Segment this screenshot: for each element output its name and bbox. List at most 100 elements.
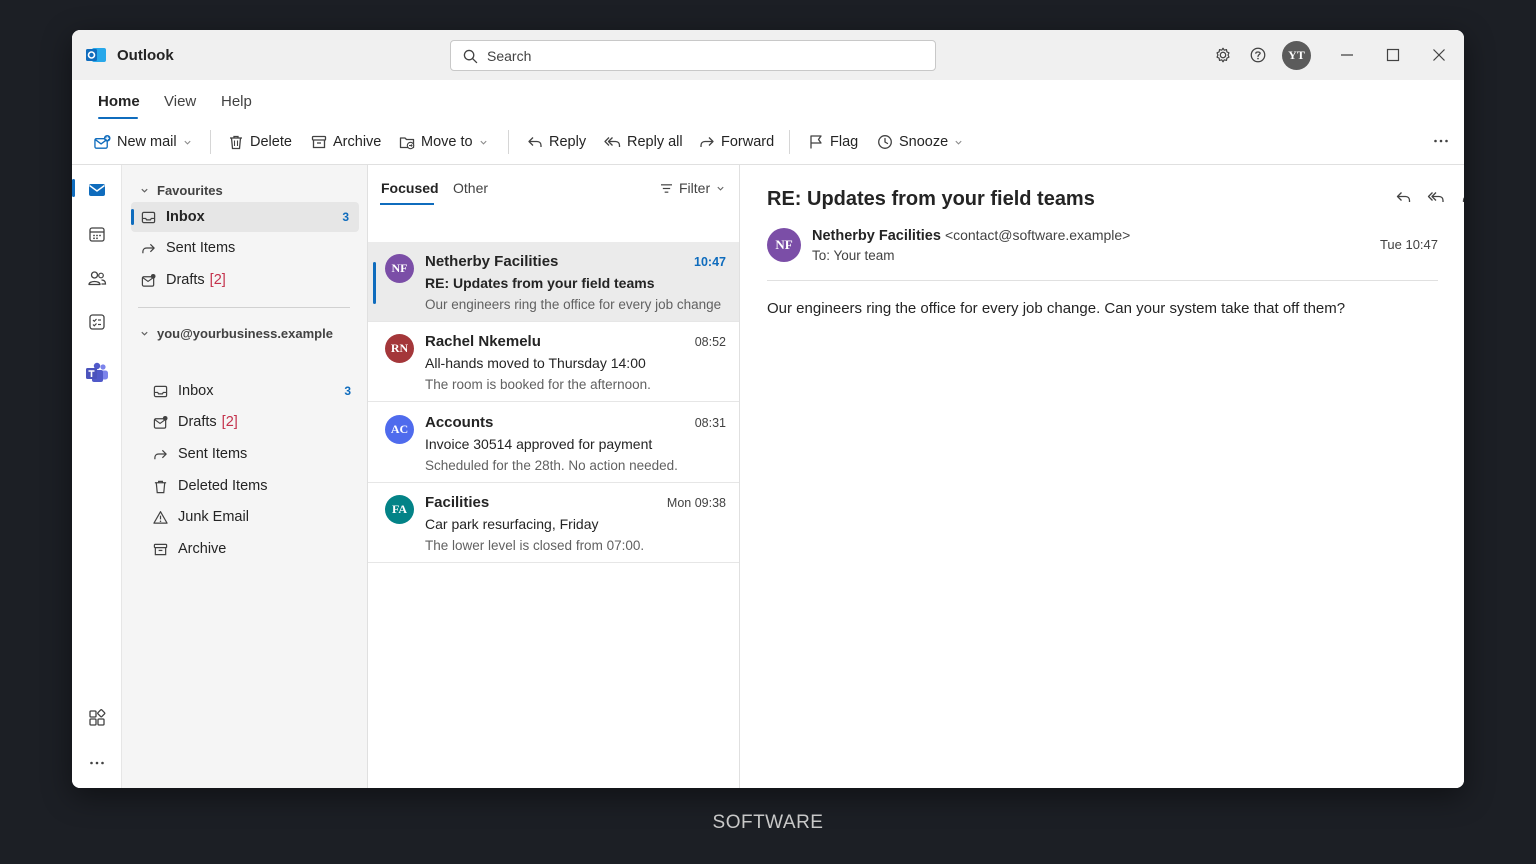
tasks-icon[interactable] [87, 312, 107, 332]
forward-label: Forward [721, 134, 775, 150]
folder-favourites-sent[interactable]: Sent Items [141, 233, 235, 263]
tab-other[interactable]: Other [453, 180, 488, 196]
folder-selected-indicator [131, 209, 134, 225]
snooze-label: Snooze [899, 134, 949, 150]
sender-name[interactable]: Netherby Facilities [812, 228, 941, 244]
tab-help[interactable]: Help [221, 93, 252, 110]
list-item[interactable]: AC Accounts 08:31 Invoice 30514 approved… [368, 403, 739, 483]
folder-label: Drafts [178, 414, 217, 430]
message-subject: Car park resurfacing, Friday [425, 516, 599, 532]
folder-favourites-inbox[interactable]: Inbox 3 [131, 202, 359, 232]
archive-button[interactable]: Archive [311, 132, 381, 152]
reply-all-icon [1427, 192, 1444, 202]
filter-button[interactable]: Filter [660, 180, 725, 196]
chevron-down-icon [717, 186, 724, 191]
reply-all-button[interactable] [1426, 187, 1446, 207]
email-recipients: To: Your team [812, 248, 895, 263]
list-item[interactable]: FA Facilities Mon 09:38 Car park resurfa… [368, 483, 739, 563]
outlook-logo-icon [86, 48, 106, 62]
folder-label: Drafts [166, 272, 205, 288]
message-list: Focused Other Filter NF Netherby Facilit… [368, 165, 740, 788]
inbox-icon [153, 385, 168, 397]
reply-button[interactable] [1393, 187, 1413, 207]
list-item[interactable]: RN Rachel Nkemelu 08:52 All-hands moved … [368, 322, 739, 402]
maximize-button[interactable] [1382, 44, 1404, 66]
message-sender: Facilities [425, 494, 490, 511]
email-body: Our engineers ring the office for every … [767, 300, 1346, 317]
sender-avatar: NF [767, 228, 801, 262]
calendar-icon[interactable] [87, 224, 107, 244]
teams-icon[interactable] [85, 362, 109, 384]
avatar: RN [385, 334, 414, 363]
reply-button[interactable]: Reply [527, 132, 586, 152]
new-mail-button[interactable]: New mail [94, 132, 192, 152]
reply-icon [528, 137, 542, 147]
forward-button[interactable]: Forward [699, 132, 774, 152]
folder-divider [138, 307, 350, 308]
inbox-icon [141, 211, 156, 223]
apps-icon[interactable] [87, 708, 107, 728]
avatar: AC [385, 415, 414, 444]
close-button[interactable] [1428, 44, 1450, 66]
email-date: Tue 10:47 [1379, 237, 1438, 252]
people-icon[interactable] [87, 268, 107, 288]
search-input[interactable] [487, 46, 917, 66]
tab-focused-indicator [380, 203, 434, 205]
message-time: 08:52 [694, 335, 726, 349]
move-folder-icon [399, 137, 415, 150]
mail-icon[interactable] [87, 180, 107, 200]
folder-favourites-drafts[interactable]: Drafts [2] [141, 265, 226, 295]
folder-label: Sent Items [166, 240, 236, 256]
list-item[interactable]: NF Netherby Facilities 10:47 RE: Updates… [368, 242, 739, 322]
folder-pane: Favourites Inbox 3 Sent Items Drafts [2]… [122, 165, 368, 788]
outlook-window: Outlook YT Home [72, 30, 1464, 788]
new-mail-icon [94, 134, 111, 149]
message-subject: All-hands moved to Thursday 14:00 [425, 355, 646, 371]
delete-label: Delete [250, 134, 292, 150]
more-apps-icon[interactable] [87, 753, 107, 773]
folder-deleted-items[interactable]: Deleted Items [153, 471, 267, 501]
trash-icon [154, 480, 167, 493]
folder-sent-items[interactable]: Sent Items [153, 439, 247, 469]
forward-button[interactable] [1459, 187, 1464, 207]
send-icon [142, 243, 155, 253]
reply-all-icon [604, 137, 621, 147]
account-header[interactable]: you@yourbusiness.example [140, 326, 333, 341]
clock-icon [878, 135, 892, 149]
tab-focused[interactable]: Focused [381, 180, 439, 196]
avatar: FA [385, 495, 414, 524]
search-box[interactable] [450, 40, 936, 71]
reply-icon [1396, 192, 1410, 202]
user-avatar[interactable]: YT [1282, 41, 1311, 70]
more-options-icon[interactable] [1433, 138, 1449, 144]
folder-label: Junk Email [178, 509, 249, 525]
favourites-header[interactable]: Favourites [140, 183, 223, 198]
folder-label: Inbox [178, 383, 214, 399]
folder-drafts[interactable]: Drafts [2] [153, 407, 238, 437]
reply-all-button[interactable]: Reply all [604, 132, 683, 152]
email-subject: RE: Updates from your field teams [767, 188, 1095, 210]
folder-label: Archive [178, 541, 227, 557]
avatar: NF [385, 254, 414, 283]
help-icon[interactable] [1249, 46, 1267, 64]
snooze-button[interactable]: Snooze [877, 132, 963, 152]
caption-label: SOFTWARE [712, 812, 824, 833]
tab-view[interactable]: View [164, 93, 196, 110]
delete-button[interactable]: Delete [228, 132, 292, 152]
tab-home[interactable]: Home [98, 93, 140, 110]
message-preview: Scheduled for the 28th. No action needed… [425, 458, 678, 473]
settings-gear-icon[interactable] [1214, 46, 1232, 64]
minimize-button[interactable] [1336, 44, 1358, 66]
folder-archive[interactable]: Archive [153, 534, 226, 564]
flag-button[interactable]: Flag [808, 132, 858, 152]
folder-label: Deleted Items [178, 478, 268, 494]
new-mail-label: New mail [117, 134, 177, 150]
folder-inbox[interactable]: Inbox 3 [153, 376, 351, 406]
sender-email: <contact@software.example> [944, 227, 1131, 243]
folder-junk-email[interactable]: Junk Email [153, 502, 249, 532]
draft-count: [2] [209, 272, 226, 288]
message-preview: The lower level is closed from 07:00. [425, 538, 645, 553]
archive-icon [153, 543, 168, 555]
move-to-button[interactable]: Move to [399, 132, 488, 152]
chevron-down-icon [184, 140, 191, 145]
